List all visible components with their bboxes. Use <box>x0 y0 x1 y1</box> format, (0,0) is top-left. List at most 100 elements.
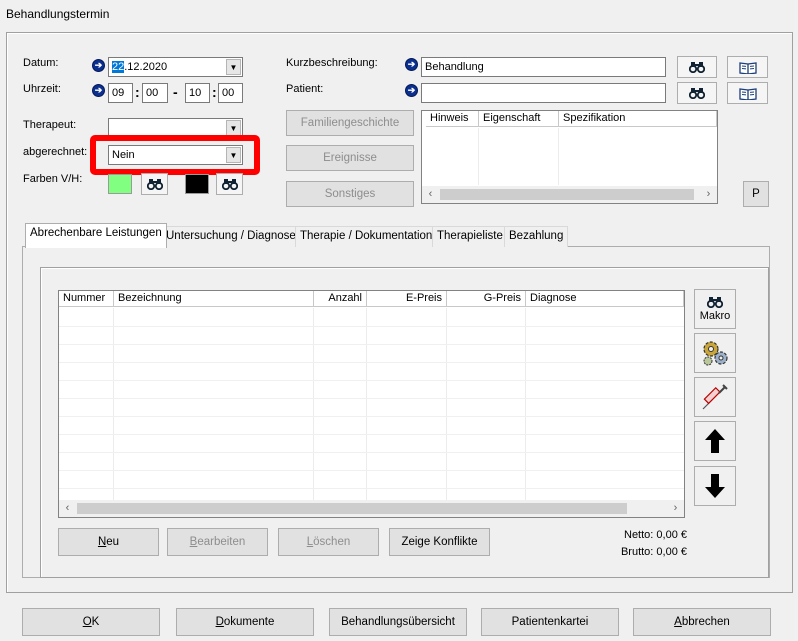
scroll-thumb[interactable] <box>440 189 694 200</box>
tab-abrechenbare-leistungen[interactable]: Abrechenbare Leistungen <box>25 223 167 248</box>
scroll-left-icon[interactable]: ‹ <box>59 500 76 517</box>
abgerechnet-label: abgerechnet: <box>23 146 88 158</box>
brutto-total: Brutto: 0,00 € <box>620 546 687 558</box>
time-from-hour[interactable]: 09 <box>108 83 133 103</box>
loeschen-button[interactable]: Löschen <box>278 528 379 556</box>
scroll-right-icon[interactable]: › <box>700 186 717 203</box>
accel-key: D <box>215 616 224 628</box>
column-header[interactable]: Eigenschaft <box>479 111 559 127</box>
move-down-button[interactable] <box>694 466 736 506</box>
binoculars-icon <box>689 62 705 73</box>
button-label: earbeiten <box>197 536 246 548</box>
datum-combo[interactable]: 22.12.2020 ▼ <box>108 57 243 77</box>
leistungen-hscrollbar[interactable]: ‹ › <box>59 500 684 517</box>
grid-line <box>59 326 684 327</box>
grid-line <box>113 308 114 500</box>
time-from-minute[interactable]: 00 <box>142 83 168 103</box>
time-to-hour[interactable]: 10 <box>185 83 210 103</box>
binoculars-icon <box>707 297 723 308</box>
grid-line <box>59 434 684 435</box>
abbrechen-button[interactable]: Abbrechen <box>633 608 771 636</box>
grid-line <box>59 380 684 381</box>
syringe-button[interactable] <box>694 377 736 417</box>
familiengeschichte-button[interactable]: Familiengeschichte <box>286 110 414 136</box>
column-header[interactable]: Nummer <box>59 291 114 307</box>
scroll-right-icon[interactable]: › <box>667 500 684 517</box>
patient-input[interactable] <box>421 83 666 103</box>
kurz-search-button[interactable] <box>677 56 717 78</box>
zeige-konflikte-button[interactable]: Zeige Konflikte <box>389 528 490 556</box>
time-to-minute[interactable]: 00 <box>218 83 243 103</box>
datum-label: Datum: <box>23 57 59 69</box>
ereignisse-button[interactable]: Ereignisse <box>286 145 414 171</box>
tab-therapie-dokumentation[interactable]: Therapie / Dokumentation <box>295 226 438 247</box>
column-header[interactable]: E-Preis <box>367 291 447 307</box>
datum-rest: .12.2020 <box>124 61 168 73</box>
column-header[interactable]: Anzahl <box>314 291 367 307</box>
chevron-down-icon[interactable]: ▼ <box>226 120 241 136</box>
gears-icon <box>703 341 728 366</box>
accel-key: A <box>674 616 682 628</box>
binoculars-icon <box>689 88 705 99</box>
highlight-annotation <box>90 135 260 175</box>
scroll-thumb[interactable] <box>77 503 627 514</box>
grid-line <box>59 398 684 399</box>
accel-key: O <box>82 616 92 628</box>
grid-line <box>478 128 479 185</box>
window-title: Behandlungstermin <box>6 7 110 21</box>
column-header[interactable]: Bezeichnung <box>114 291 314 307</box>
uhrzeit-arrow-icon[interactable]: ➔ <box>92 84 105 97</box>
chevron-down-icon[interactable]: ▼ <box>226 59 241 75</box>
move-up-button[interactable] <box>694 421 736 461</box>
grid-line <box>59 344 684 345</box>
kurzbeschreibung-label: Kurzbeschreibung: <box>286 57 378 69</box>
grid-line <box>59 470 684 471</box>
grid-line <box>313 308 314 500</box>
colon-sep: : <box>212 84 217 100</box>
leistungen-table[interactable]: Nummer Bezeichnung Anzahl E-Preis G-Prei… <box>58 290 685 518</box>
behandlungsuebersicht-button[interactable]: Behandlungsübersicht <box>329 608 467 636</box>
scroll-left-icon[interactable]: ‹ <box>422 186 439 203</box>
tab-therapieliste[interactable]: Therapieliste <box>432 226 508 247</box>
uhrzeit-label: Uhrzeit: <box>23 83 61 95</box>
ok-button[interactable]: OK <box>22 608 160 636</box>
column-header[interactable]: Diagnose <box>526 291 684 307</box>
book-icon <box>738 61 757 74</box>
makro-label: Makro <box>699 310 731 322</box>
color-picker-h-button[interactable] <box>216 173 243 195</box>
neu-button[interactable]: Neu <box>58 528 159 556</box>
patient-arrow-icon[interactable]: ➔ <box>405 84 418 97</box>
hinweis-hscrollbar[interactable]: ‹ › <box>422 186 717 203</box>
grid-line <box>59 488 684 489</box>
kurz-arrow-icon[interactable]: ➔ <box>405 58 418 71</box>
column-header[interactable]: G-Preis <box>447 291 526 307</box>
color-swatch-vorder[interactable] <box>108 174 132 194</box>
grid-line <box>366 308 367 500</box>
datum-day-selected: 22 <box>112 61 125 73</box>
column-header[interactable]: Hinweis <box>426 111 479 127</box>
patient-search-button[interactable] <box>677 82 717 104</box>
kurz-book-button[interactable] <box>727 56 768 78</box>
tab-bezahlung[interactable]: Bezahlung <box>504 226 569 247</box>
color-swatch-hinter[interactable] <box>185 174 209 194</box>
sonstiges-button[interactable]: Sonstiges <box>286 181 414 207</box>
button-label: eu <box>106 536 120 548</box>
bearbeiten-button[interactable]: Bearbeiten <box>167 528 268 556</box>
accel-key: N <box>97 536 107 548</box>
grid-line <box>59 362 684 363</box>
tab-untersuchung-diagnose[interactable]: Untersuchung / Diagnose <box>161 226 301 247</box>
column-header[interactable]: Spezifikation <box>559 111 717 127</box>
color-picker-v-button[interactable] <box>141 173 168 195</box>
patientenkartei-button[interactable]: Patientenkartei <box>481 608 619 636</box>
button-label: öschen <box>313 536 351 548</box>
patient-book-button[interactable] <box>727 82 768 104</box>
kurzbeschreibung-input[interactable]: Behandlung <box>421 57 666 77</box>
hinweis-table[interactable]: Hinweis Eigenschaft Spezifikation ‹ › <box>421 110 718 204</box>
grid-line <box>525 308 526 500</box>
gears-button[interactable] <box>694 333 736 373</box>
makro-button[interactable]: Makro <box>694 289 736 329</box>
dokumente-button[interactable]: Dokumente <box>176 608 314 636</box>
p-button[interactable]: P <box>743 181 769 207</box>
datum-arrow-icon[interactable]: ➔ <box>92 59 105 72</box>
button-label: K <box>91 616 100 628</box>
